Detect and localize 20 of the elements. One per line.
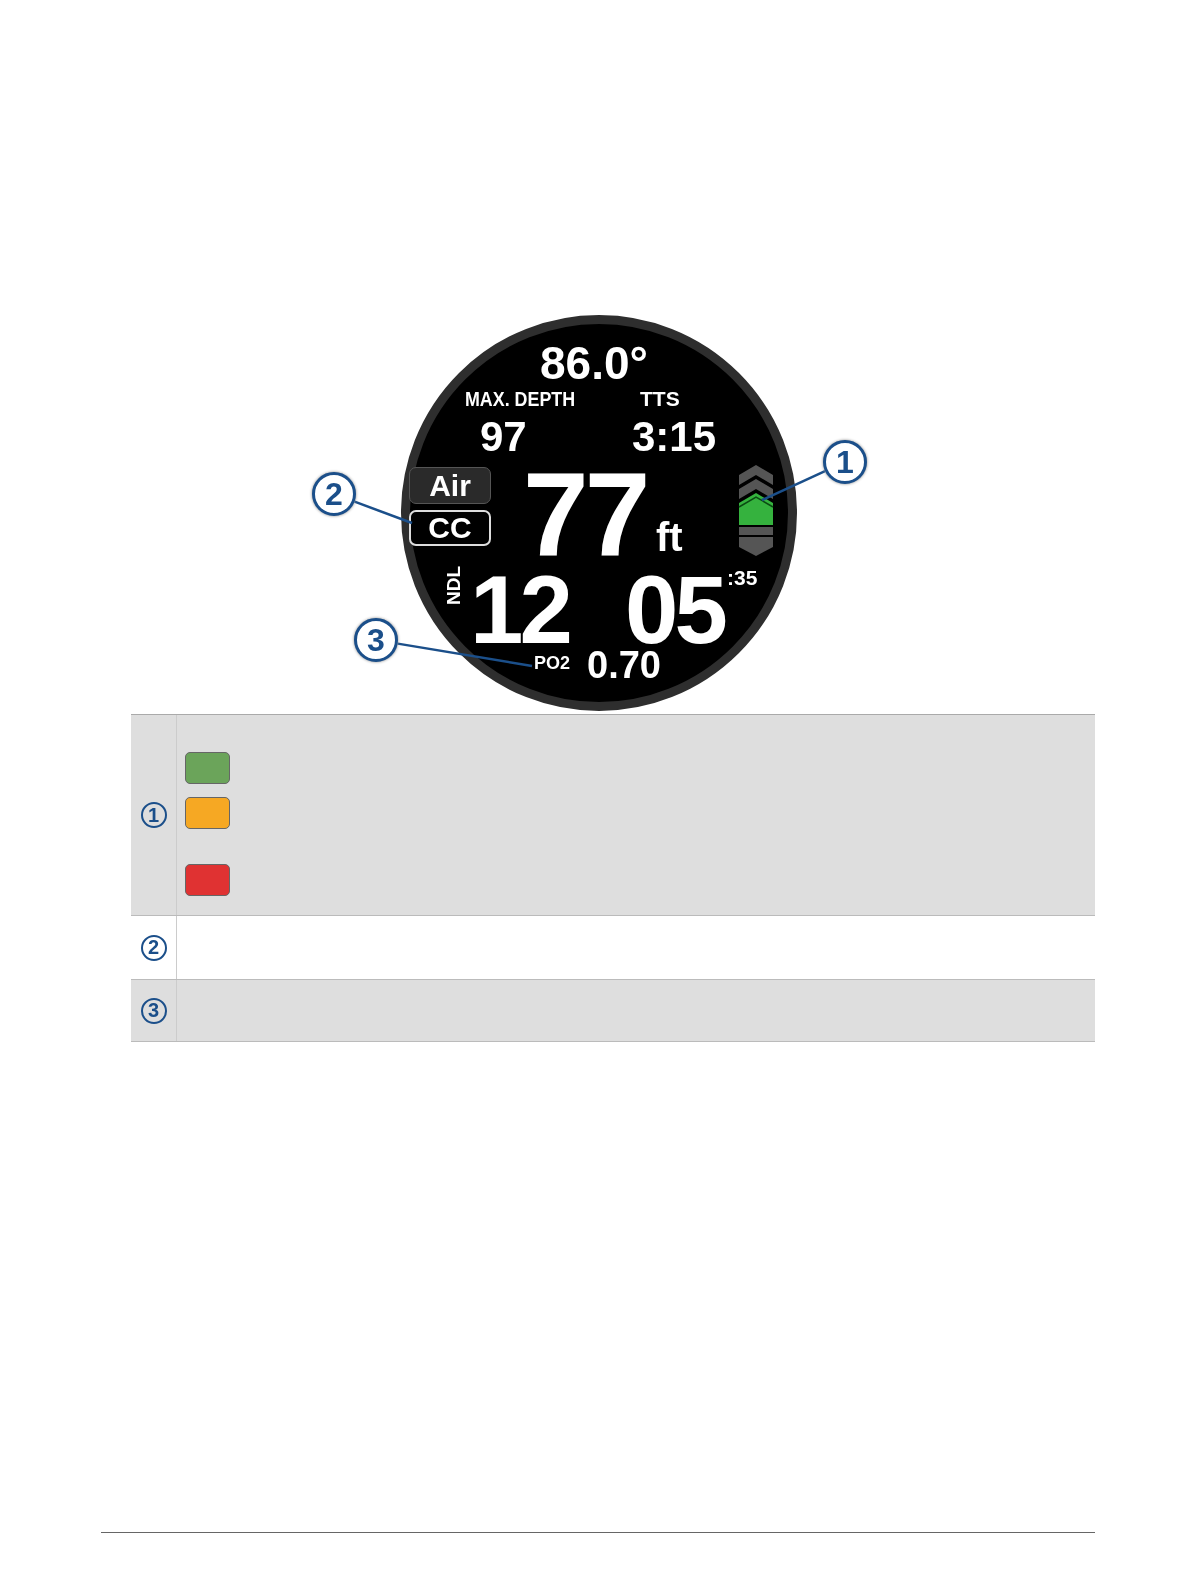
max-depth-value: 97: [480, 416, 527, 458]
row-number: 2: [140, 934, 167, 961]
ndl-label: NDL: [444, 565, 464, 606]
leader-line: [354, 500, 413, 525]
depth-unit: ft: [656, 517, 683, 557]
mode-label: CC: [409, 510, 491, 546]
callout-number: 2: [312, 472, 356, 516]
tts-value: 3:15: [632, 416, 717, 458]
max-depth-label: MAX. DEPTH: [465, 388, 576, 409]
row-number: 1: [140, 802, 167, 828]
callout-number: 1: [823, 440, 867, 484]
gas-label: Air: [409, 467, 491, 504]
tts-label: TTS: [640, 388, 680, 409]
po2-label: PO2: [534, 654, 571, 672]
ndl-fraction: :35: [727, 567, 758, 588]
leader-line: [761, 470, 826, 502]
temperature-reading: 86.0°: [540, 340, 648, 386]
depth-value: 77: [523, 455, 647, 573]
callout-number: 3: [354, 618, 398, 662]
row-number: 3: [140, 997, 167, 1024]
